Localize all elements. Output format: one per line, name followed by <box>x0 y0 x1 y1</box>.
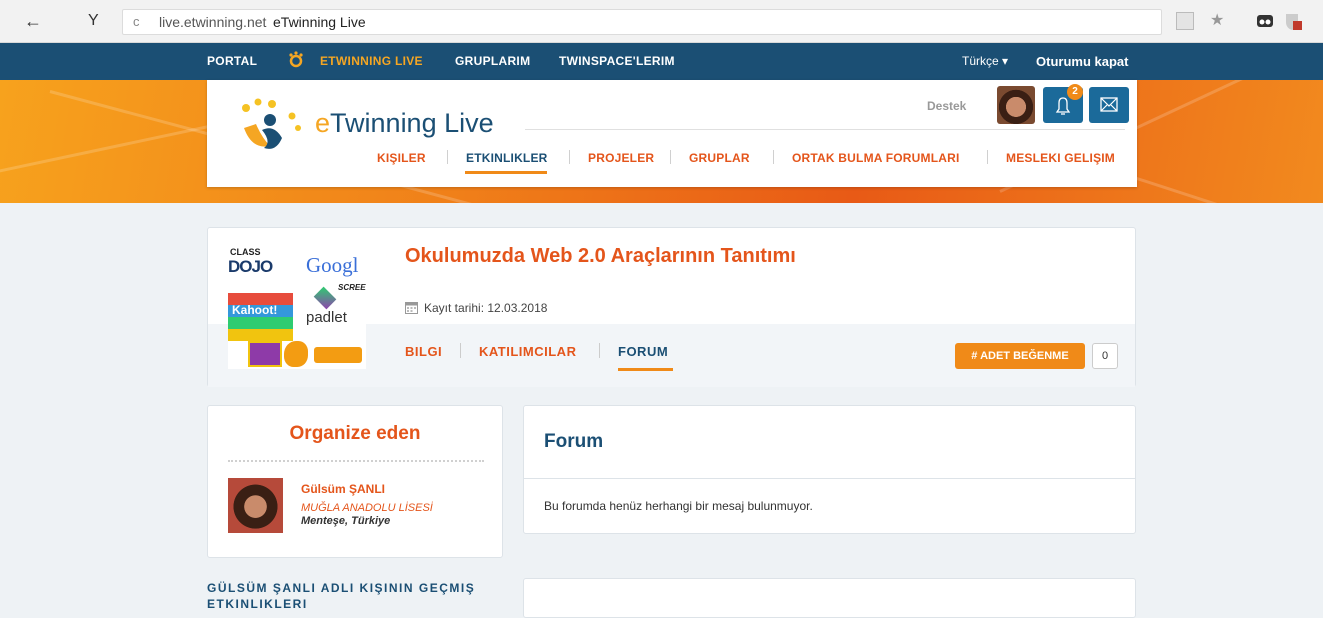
past-events-card <box>523 578 1136 618</box>
dotted-divider <box>228 460 484 462</box>
nav-gruplar[interactable]: GRUPLAR <box>689 151 750 165</box>
organizer-title: Organize eden <box>289 423 421 444</box>
yandex-icon[interactable]: Y <box>88 12 99 30</box>
tab-bilgi[interactable]: BILGI <box>405 344 442 359</box>
etwinning-star-icon <box>287 51 305 74</box>
topnav-twinspacelerim[interactable]: TWINSPACE'LERIM <box>559 54 675 68</box>
logo-text[interactable]: eTwinning Live <box>315 108 494 139</box>
like-count: 0 <box>1092 343 1118 369</box>
bookmark-star-icon[interactable]: ★ <box>1210 12 1224 30</box>
nav-ortak-bulma-forumlari[interactable]: ORTAK BULMA FORUMLARI <box>792 151 960 165</box>
past-events-title: GÜLSÜM ŞANLI ADLI KIŞININ GEÇMIŞ ETKINLI… <box>207 581 476 611</box>
forum-divider <box>524 478 1135 479</box>
tab-katilimcilar[interactable]: KATILIMCILAR <box>479 344 576 359</box>
topnav-portal[interactable]: PORTAL <box>207 54 257 68</box>
organizer-avatar[interactable] <box>228 478 283 533</box>
extension-shield-icon[interactable] <box>1283 12 1302 30</box>
forum-empty-message: Bu forumda henüz herhangi bir mesaj bulu… <box>544 499 813 513</box>
like-button[interactable]: # ADET BEĞENME <box>955 343 1085 369</box>
page-tab-title: eTwinning Live <box>273 14 366 30</box>
topnav-etwinning-live[interactable]: ETWINNING LIVE <box>320 54 423 68</box>
project-image: CLASS DOJO Googl SCREEN Kahoot! padlet <box>228 243 366 369</box>
envelope-icon <box>1100 97 1118 112</box>
organizer-school[interactable]: MUĞLA ANADOLU LİSESİ <box>301 502 433 514</box>
nav-kisiler[interactable]: KIŞILER <box>377 151 426 165</box>
nav-active-indicator <box>465 171 547 174</box>
topnav-gruplarim[interactable]: GRUPLARIM <box>455 54 530 68</box>
organizer-card: Organize eden Gülsüm ŞANLI MUĞLA ANADOLU… <box>207 405 503 558</box>
site-header: eTwinning Live Destek 2 KIŞILER ETKINLIK… <box>207 80 1137 187</box>
notification-badge: 2 <box>1067 84 1083 100</box>
organizer-name[interactable]: Gülsüm ŞANLI <box>301 482 385 496</box>
project-card: CLASS DOJO Googl SCREEN Kahoot! padlet O… <box>207 227 1136 387</box>
reload-icon[interactable]: c <box>133 10 140 34</box>
messages-button[interactable] <box>1089 87 1129 123</box>
forum-card: Forum Bu forumda henüz herhangi bir mesa… <box>523 405 1136 534</box>
etwinning-logo-icon[interactable] <box>232 94 312 154</box>
address-bar[interactable]: c live.etwinning.net eTwinning Live <box>122 9 1162 35</box>
support-link[interactable]: Destek <box>927 99 966 113</box>
nav-mesleki-gelisim[interactable]: MESLEKI GELIŞIM <box>1006 151 1115 165</box>
forum-title: Forum <box>544 431 604 452</box>
header-divider <box>525 129 1125 130</box>
project-title: Okulumuzda Web 2.0 Araçlarının Tanıtımı <box>405 245 796 267</box>
extension-glasses-icon[interactable] <box>1256 12 1274 30</box>
calendar-icon <box>405 301 418 319</box>
url-domain: live.etwinning.net <box>159 14 267 30</box>
browser-toolbar: ← Y c live.etwinning.net eTwinning Live … <box>0 0 1323 43</box>
organizer-location: Menteşe, Türkiye <box>301 515 391 527</box>
language-selector[interactable]: Türkçe ▾ <box>962 54 1008 68</box>
logout-link[interactable]: Oturumu kapat <box>1036 54 1128 69</box>
tab-active-indicator <box>618 368 673 371</box>
tab-forum[interactable]: FORUM <box>618 344 668 359</box>
page-action-icon[interactable] <box>1176 12 1194 30</box>
top-navigation: PORTAL ETWINNING LIVE GRUPLARIM TWINSPAC… <box>0 43 1323 80</box>
nav-projeler[interactable]: PROJELER <box>588 151 654 165</box>
user-avatar[interactable] <box>997 86 1035 124</box>
registration-date: Kayıt tarihi: 12.03.2018 <box>424 301 548 315</box>
back-icon[interactable]: ← <box>24 12 42 30</box>
nav-etkinlikler[interactable]: ETKINLIKLER <box>466 151 548 165</box>
